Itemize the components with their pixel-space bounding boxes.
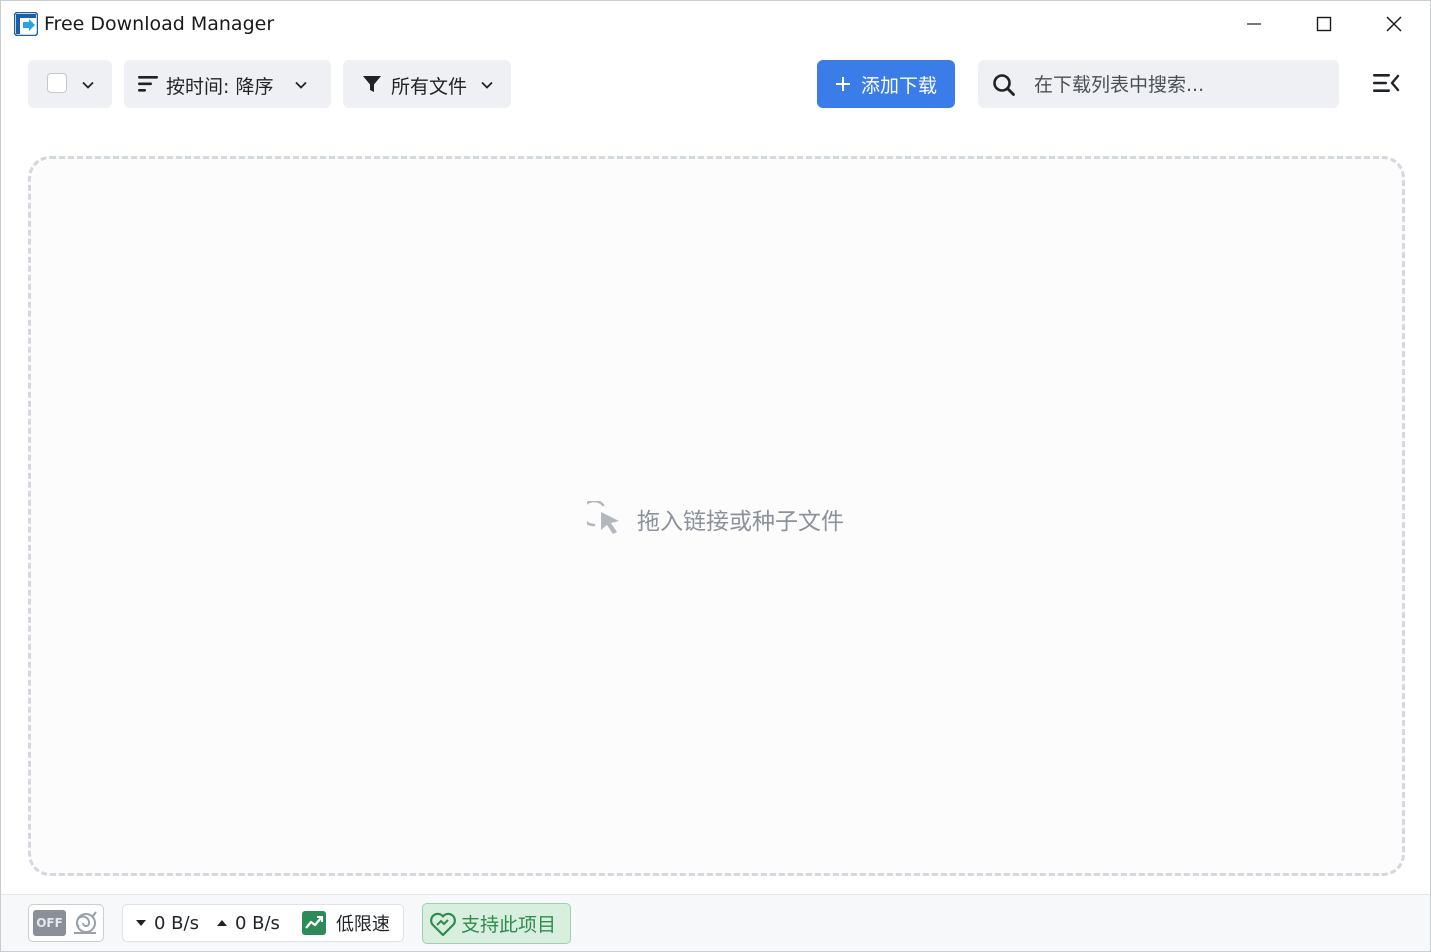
app-window: Free Download Manager 按时间: 降序 所有文件 添加下载 … [0,0,1431,952]
file-filter-dropdown[interactable]: 所有文件 [343,60,511,108]
speed-chart-icon [301,911,326,935]
search-box[interactable] [978,60,1339,108]
maximize-button[interactable] [1289,1,1359,47]
chevron-down-icon [294,77,308,96]
close-icon [1385,15,1403,33]
status-bar: OFF 0 B/s 0 B/s 低限速 支持此项目 [1,894,1430,951]
drag-pointer-icon [587,501,625,537]
snail-icon [71,910,99,940]
snail-mode-off-badge: OFF [33,910,66,936]
select-all-dropdown[interactable] [28,60,112,108]
search-icon [992,73,1016,101]
add-download-label: 添加下载 [860,74,937,97]
title-bar[interactable]: Free Download Manager [1,1,1430,47]
sort-label: 按时间: 降序 [166,76,274,98]
minimize-button[interactable] [1219,1,1289,47]
chevron-down-icon [480,77,494,96]
sort-lines-icon [137,75,159,97]
download-speed: 0 B/s [154,912,199,934]
window-title: Free Download Manager [44,13,275,35]
menu-collapse-icon [1372,72,1400,98]
download-arrow-icon [136,919,146,927]
sort-dropdown[interactable]: 按时间: 降序 [124,60,331,108]
add-download-button[interactable]: 添加下载 [817,60,955,108]
close-button[interactable] [1359,1,1429,47]
heart-icon [429,911,457,937]
fdm-logo-icon [13,11,39,37]
search-input[interactable] [1032,70,1326,100]
upload-arrow-icon [216,919,227,927]
snail-mode-toggle[interactable]: OFF [28,904,104,942]
speed-limit-toggle[interactable]: 低限速 [301,910,390,936]
chevron-down-icon [81,77,95,96]
support-label: 支持此项目 [461,914,557,936]
speed-limit-label: 低限速 [335,914,390,935]
maximize-icon [1316,16,1332,32]
speed-panel: 0 B/s 0 B/s 低限速 [122,904,404,942]
drop-hint-text: 拖入链接或种子文件 [637,509,844,535]
filter-label: 所有文件 [391,76,468,98]
filter-funnel-icon [362,74,382,98]
plus-icon [835,76,851,92]
select-all-checkbox[interactable] [47,73,67,93]
upload-speed: 0 B/s [234,912,280,934]
support-project-button[interactable]: 支持此项目 [422,903,571,944]
drop-hint: 拖入链接或种子文件 [587,499,844,539]
minimize-icon [1246,16,1262,32]
menu-button[interactable] [1363,67,1409,103]
